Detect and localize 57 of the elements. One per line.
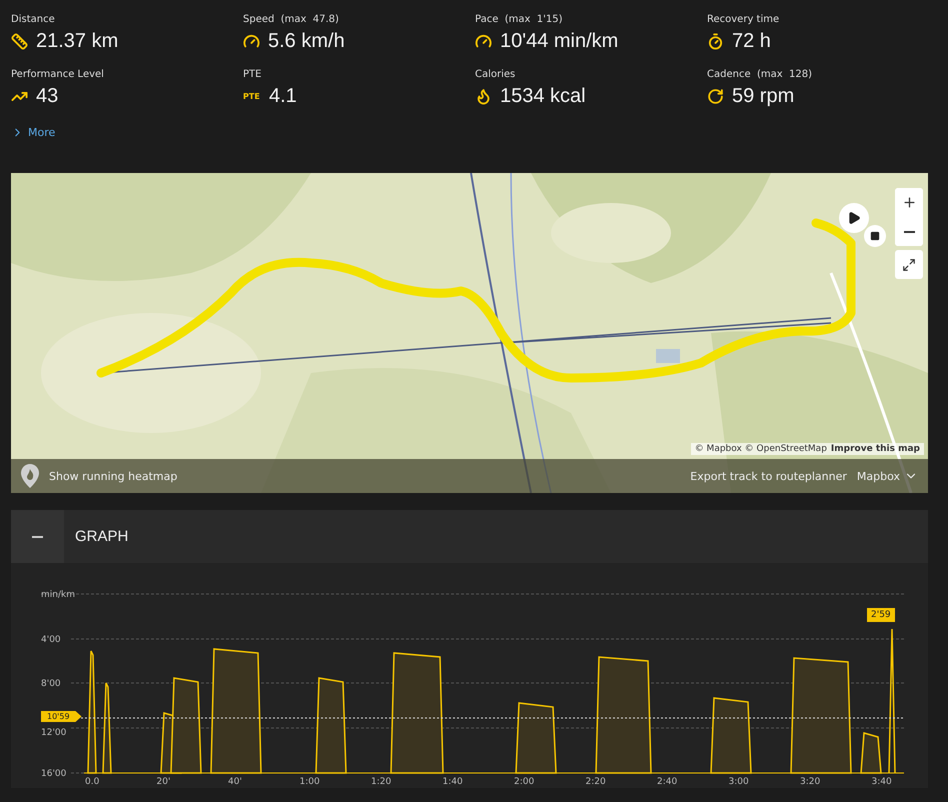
refresh-icon xyxy=(707,88,724,105)
stat-value: 1534 kcal xyxy=(500,85,586,108)
axis-unit: min/km xyxy=(41,590,75,600)
pte-label: PTE xyxy=(243,92,261,101)
average-marker: 10'59 xyxy=(41,711,82,722)
stop-icon xyxy=(870,231,880,241)
expand-icon xyxy=(902,258,916,272)
more-link[interactable]: More xyxy=(11,126,56,139)
y-tick-label: 16'00 xyxy=(41,769,66,779)
flame-icon xyxy=(475,88,492,105)
gauge-icon xyxy=(243,33,260,50)
stat-value: 59 rpm xyxy=(732,85,794,108)
x-tick-label: 3:00 xyxy=(728,777,749,787)
x-tick-label: 0.0 xyxy=(85,777,100,787)
stat-label: Cadence (max 128) xyxy=(707,69,813,80)
plus-icon xyxy=(902,195,916,210)
stat-value: 5.6 km/h xyxy=(268,30,345,53)
map-style-select[interactable]: Mapbox xyxy=(856,469,918,483)
x-tick-label: 3:20 xyxy=(800,777,820,787)
export-link[interactable]: Export track to routeplanner xyxy=(690,470,847,482)
stat-label: Recovery time xyxy=(707,14,780,25)
x-tick-label: 40' xyxy=(228,777,242,787)
x-tick-label: 20' xyxy=(156,777,170,787)
improve-map-link[interactable]: Improve this map xyxy=(830,444,920,454)
stat-label: Distance xyxy=(11,14,56,25)
stat-value: 10'44 min/km xyxy=(500,30,618,53)
heatmap-label[interactable]: Show running heatmap xyxy=(49,470,178,482)
gauge-icon xyxy=(475,33,492,50)
y-tick-label: 4'00 xyxy=(41,635,61,645)
y-tick-label: 12'00 xyxy=(41,728,66,738)
peak-marker: 2'59 xyxy=(867,608,895,622)
stat-value: 72 h xyxy=(732,30,771,53)
x-tick-label: 3:40 xyxy=(872,777,892,787)
x-tick-label: 1:00 xyxy=(300,777,320,787)
stat-label: Calories xyxy=(475,69,516,80)
timer-icon xyxy=(707,33,724,50)
stat-value: 21.37 km xyxy=(36,30,118,53)
attribution-text: © Mapbox © OpenStreetMap xyxy=(694,444,827,454)
graph-title: GRAPH xyxy=(75,528,128,545)
x-tick-label: 1:40 xyxy=(442,777,463,787)
x-tick-label: 2:00 xyxy=(514,777,534,787)
stat-label: Performance Level xyxy=(11,69,105,80)
minus-icon xyxy=(904,230,914,232)
x-tick-label: 2:20 xyxy=(586,777,606,787)
ruler-icon xyxy=(11,33,28,50)
y-tick-label: 8'00 xyxy=(41,679,61,689)
stat-label: PTE xyxy=(243,69,262,80)
heatmap-pin-icon xyxy=(21,464,39,488)
minus-icon xyxy=(32,536,43,538)
stat-value: 4.1 xyxy=(269,85,297,108)
x-tick-label: 2:40 xyxy=(657,777,678,787)
stat-label: Pace (max 1'15) xyxy=(475,14,564,25)
x-tick-label: 1:20 xyxy=(371,777,392,787)
stat-value: 43 xyxy=(36,85,58,108)
play-icon xyxy=(847,211,861,225)
stat-label: Speed (max 47.8) xyxy=(243,14,340,25)
fullscreen-button[interactable] xyxy=(895,250,923,279)
